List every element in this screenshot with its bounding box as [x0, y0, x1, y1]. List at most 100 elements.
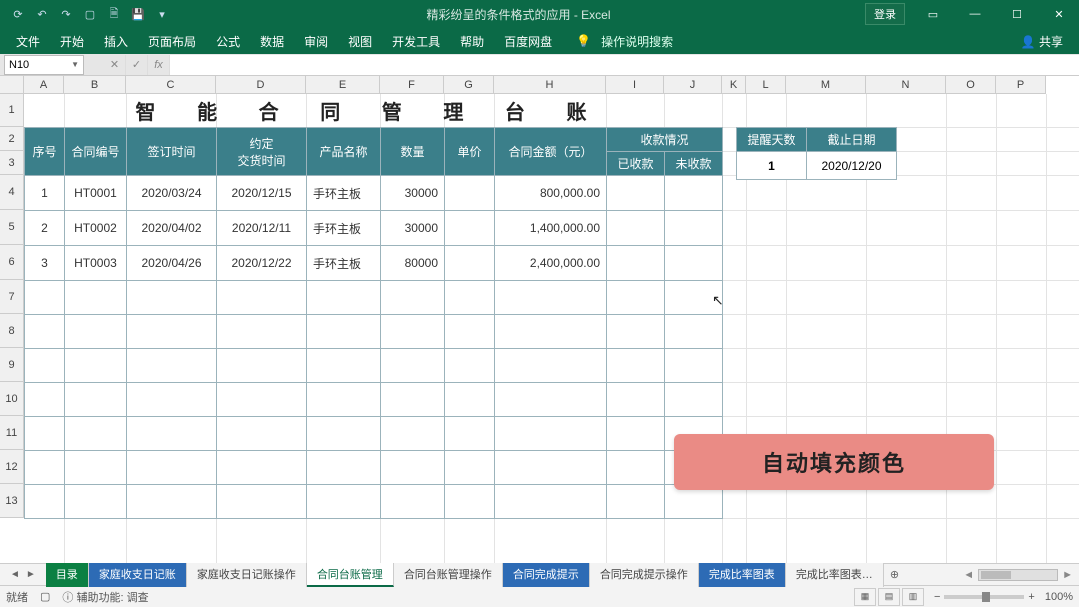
empty-cell[interactable]	[127, 281, 217, 315]
empty-cell[interactable]	[25, 349, 65, 383]
cell-grid[interactable]: 智 能 合 同 管 理 台 账 序号 合同编号 签订时间 约定 交货时间 产品名…	[24, 94, 1079, 563]
cell-paid[interactable]	[607, 211, 665, 246]
col-header-C[interactable]: C	[126, 76, 216, 94]
empty-cell[interactable]	[25, 315, 65, 349]
close-icon[interactable]: ✕	[1039, 0, 1079, 28]
empty-cell[interactable]	[217, 417, 307, 451]
view-pagelayout-icon[interactable]: ▤	[878, 588, 900, 606]
minimize-icon[interactable]: —	[955, 0, 995, 28]
cell-qty[interactable]: 30000	[381, 211, 445, 246]
empty-cell[interactable]	[65, 315, 127, 349]
row-header-12[interactable]: 12	[0, 450, 24, 484]
empty-cell[interactable]	[495, 281, 607, 315]
empty-cell[interactable]	[445, 349, 495, 383]
empty-cell[interactable]	[217, 485, 307, 519]
undo-icon[interactable]: ↶	[32, 4, 52, 24]
open-icon[interactable]: 🗎	[104, 4, 124, 24]
empty-cell[interactable]	[127, 315, 217, 349]
row-header-1[interactable]: 1	[0, 94, 24, 127]
empty-cell[interactable]	[381, 281, 445, 315]
empty-cell[interactable]	[607, 383, 665, 417]
empty-cell[interactable]	[127, 417, 217, 451]
empty-cell[interactable]	[307, 281, 381, 315]
sheet-tab[interactable]: 合同台账管理	[307, 563, 394, 587]
empty-cell[interactable]	[217, 451, 307, 485]
empty-cell[interactable]	[25, 383, 65, 417]
empty-cell[interactable]	[65, 417, 127, 451]
cell-paid[interactable]	[607, 246, 665, 281]
col-header-F[interactable]: F	[380, 76, 444, 94]
cell-prod[interactable]: 手环主板	[307, 176, 381, 211]
sheet-tab[interactable]: 合同完成提示操作	[590, 563, 699, 587]
empty-cell[interactable]	[607, 417, 665, 451]
empty-cell[interactable]	[65, 383, 127, 417]
tab-review[interactable]: 审阅	[294, 29, 338, 54]
tab-view[interactable]: 视图	[338, 29, 382, 54]
cell-amt[interactable]: 1,400,000.00	[495, 211, 607, 246]
cell-prod[interactable]: 手环主板	[307, 246, 381, 281]
cell-paid[interactable]	[607, 176, 665, 211]
view-normal-icon[interactable]: ▦	[854, 588, 876, 606]
cell-qty[interactable]: 30000	[381, 176, 445, 211]
zoom-in-icon[interactable]: +	[1028, 591, 1034, 603]
empty-cell[interactable]	[495, 485, 607, 519]
empty-cell[interactable]	[607, 349, 665, 383]
sheet-tab[interactable]: 家庭收支日记账操作	[187, 563, 307, 587]
sheet-tab[interactable]: 完成比率图表	[699, 563, 786, 587]
col-header-K[interactable]: K	[722, 76, 746, 94]
tab-layout[interactable]: 页面布局	[138, 29, 206, 54]
cell-price[interactable]	[445, 211, 495, 246]
empty-cell[interactable]	[127, 383, 217, 417]
empty-cell[interactable]	[307, 349, 381, 383]
name-box[interactable]: N10 ▼	[4, 55, 84, 75]
redo-icon[interactable]: ↷	[56, 4, 76, 24]
zoom-percent[interactable]: 100%	[1045, 591, 1073, 603]
empty-cell[interactable]	[25, 485, 65, 519]
cell-seq[interactable]: 3	[25, 246, 65, 281]
cell-due[interactable]: 2020/12/22	[217, 246, 307, 281]
empty-cell[interactable]	[445, 315, 495, 349]
tab-data[interactable]: 数据	[250, 29, 294, 54]
cell-qty[interactable]: 80000	[381, 246, 445, 281]
formula-input[interactable]	[170, 55, 1079, 75]
row-header-10[interactable]: 10	[0, 382, 24, 416]
empty-cell[interactable]	[127, 349, 217, 383]
namebox-dropdown-icon[interactable]: ▼	[71, 60, 79, 69]
empty-cell[interactable]	[381, 315, 445, 349]
row-header-13[interactable]: 13	[0, 484, 24, 518]
accessibility-icon[interactable]: ⓘ 辅助功能: 调查	[62, 589, 148, 605]
empty-cell[interactable]	[445, 485, 495, 519]
empty-cell[interactable]	[665, 383, 723, 417]
row-header-8[interactable]: 8	[0, 314, 24, 348]
empty-cell[interactable]	[495, 417, 607, 451]
empty-cell[interactable]	[445, 383, 495, 417]
row-header-3[interactable]: 3	[0, 151, 24, 175]
empty-cell[interactable]	[65, 281, 127, 315]
col-header-O[interactable]: O	[946, 76, 996, 94]
cell-amt[interactable]: 2,400,000.00	[495, 246, 607, 281]
cell-sign[interactable]: 2020/04/26	[127, 246, 217, 281]
sheet-tab[interactable]: 合同台账管理操作	[394, 563, 503, 587]
empty-cell[interactable]	[307, 383, 381, 417]
save-icon[interactable]: 💾	[128, 4, 148, 24]
empty-cell[interactable]	[607, 281, 665, 315]
empty-cell[interactable]	[217, 349, 307, 383]
cell-sign[interactable]: 2020/04/02	[127, 211, 217, 246]
cell-unpaid[interactable]	[665, 176, 723, 211]
empty-cell[interactable]	[495, 315, 607, 349]
row-header-4[interactable]: 4	[0, 175, 24, 210]
empty-cell[interactable]	[495, 451, 607, 485]
row-header-6[interactable]: 6	[0, 245, 24, 280]
empty-cell[interactable]	[381, 349, 445, 383]
cell-code[interactable]: HT0002	[65, 211, 127, 246]
empty-cell[interactable]	[381, 451, 445, 485]
empty-cell[interactable]	[217, 315, 307, 349]
row-header-11[interactable]: 11	[0, 416, 24, 450]
view-pagebreak-icon[interactable]: ▥	[902, 588, 924, 606]
new-icon[interactable]: ▢	[80, 4, 100, 24]
empty-cell[interactable]	[307, 485, 381, 519]
worksheet-area[interactable]: ABCDEFGHIJKLMNOP 12345678910111213 智 能 合…	[0, 76, 1079, 563]
empty-cell[interactable]	[25, 451, 65, 485]
col-header-H[interactable]: H	[494, 76, 606, 94]
empty-cell[interactable]	[381, 485, 445, 519]
